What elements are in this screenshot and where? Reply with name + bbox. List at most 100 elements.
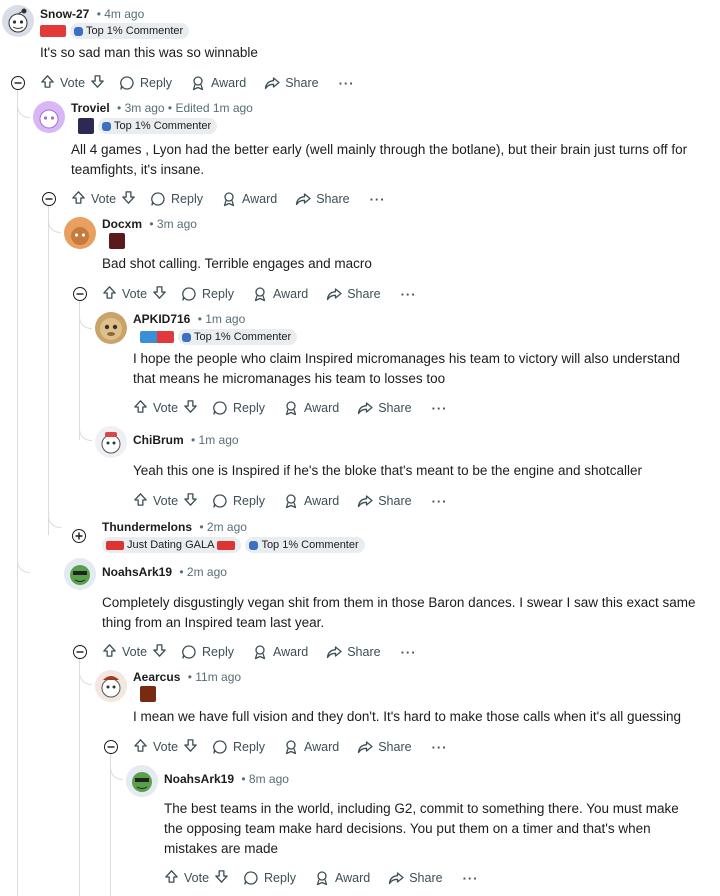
plus-icon [75,532,83,540]
downvote-button[interactable] [152,285,167,303]
downvote-button[interactable] [121,190,136,208]
comment-line: thing from an Inspired team last year. [102,615,325,630]
more-options-button[interactable]: ··· [401,645,417,660]
reply-label: Reply [202,287,234,301]
collapse-button[interactable] [11,76,25,90]
reply-icon [181,286,197,302]
upvote-button[interactable] [133,738,148,756]
reply-label: Reply [140,76,172,90]
reply-button[interactable]: Reply [212,493,265,509]
vote-group: Vote [133,492,198,510]
reply-label: Reply [264,871,296,885]
username[interactable]: Troviel [71,101,110,115]
comment-line: the opposing team make hard decisions. Y… [164,821,651,836]
award-button[interactable]: Award [252,644,308,660]
reply-button[interactable]: Reply [150,191,203,207]
more-options-button[interactable]: ··· [401,287,417,302]
downvote-button[interactable] [183,492,198,510]
award-button[interactable]: Award [283,493,339,509]
share-label: Share [347,287,381,301]
downvote-button[interactable] [183,738,198,756]
share-button[interactable]: Share [326,286,381,302]
upvote-button[interactable] [133,492,148,510]
username[interactable]: Snow-27 [40,7,89,21]
share-button[interactable]: Share [357,400,412,416]
flair-text: Top 1% Commenter [114,120,212,132]
avatar[interactable] [126,765,158,797]
avatar[interactable] [64,558,96,590]
reply-button[interactable]: Reply [181,644,234,660]
downvote-button[interactable] [152,643,167,661]
upvote-button[interactable] [102,643,117,661]
username[interactable]: ChiBrum [133,433,184,447]
award-button[interactable]: Award [221,191,277,207]
username[interactable]: Aearcus [133,670,180,684]
vote-label: Vote [122,645,148,659]
collapse-button[interactable] [73,287,87,301]
more-options-button[interactable]: ··· [432,494,448,509]
collapse-button[interactable] [73,645,87,659]
upvote-button[interactable] [133,399,148,417]
avatar[interactable] [33,101,65,133]
award-button[interactable]: Award [283,739,339,755]
flair-chip: Top 1% Commenter [70,23,190,39]
user-flair: Just Dating GALA Top 1% Commenter [102,537,365,553]
award-icon [221,191,237,207]
award-button[interactable]: Award [252,286,308,302]
thread-connector [17,500,30,573]
share-label: Share [409,871,443,885]
share-button[interactable]: Share [357,739,412,755]
upvote-button[interactable] [164,869,179,887]
timestamp: • 1m ago [197,312,246,326]
username[interactable]: NoahsArk19 [102,565,172,579]
expand-button[interactable] [72,529,86,543]
more-options-button[interactable]: ··· [370,192,386,207]
username[interactable]: Docxm [102,217,142,231]
upvote-button[interactable] [71,190,86,208]
reply-label: Reply [233,740,265,754]
flair-chip: Top 1% Commenter [178,329,298,345]
share-button[interactable]: Share [388,870,443,886]
avatar[interactable] [95,670,127,702]
comment-header: Snow-27 • 4m ago [40,7,144,21]
avatar[interactable] [2,5,34,37]
more-options-button[interactable]: ··· [339,76,355,91]
reply-button[interactable]: Reply [243,870,296,886]
vote-group: Vote [133,399,198,417]
reply-button[interactable]: Reply [212,739,265,755]
share-icon [357,739,373,755]
avatar[interactable] [95,426,127,458]
downvote-button[interactable] [214,869,229,887]
badge-icon [74,26,83,36]
award-label: Award [273,287,309,301]
upvote-button[interactable] [102,285,117,303]
more-options-button[interactable]: ··· [463,871,479,886]
collapse-button[interactable] [42,192,56,206]
timestamp: • 1m ago [191,433,239,447]
reply-button[interactable]: Reply [119,75,172,91]
avatar[interactable] [95,312,127,344]
downvote-button[interactable] [90,74,105,92]
more-options-button[interactable]: ··· [432,740,448,755]
upvote-button[interactable] [40,74,55,92]
more-options-button[interactable]: ··· [432,401,448,416]
award-label: Award [304,740,340,754]
username[interactable]: Thundermelons [102,520,192,534]
award-button[interactable]: Award [314,870,370,886]
collapse-button[interactable] [104,740,118,754]
reply-button[interactable]: Reply [212,400,265,416]
reply-label: Reply [202,645,234,659]
share-button[interactable]: Share [326,644,381,660]
username[interactable]: NoahsArk19 [164,772,234,786]
share-button[interactable]: Share [264,75,319,91]
vote-label: Vote [91,192,117,206]
share-button[interactable]: Share [357,493,412,509]
award-button[interactable]: Award [190,75,246,91]
share-button[interactable]: Share [295,191,350,207]
award-button[interactable]: Award [283,400,339,416]
downvote-button[interactable] [183,399,198,417]
reply-button[interactable]: Reply [181,286,234,302]
timestamp: • 2m ago [199,520,247,534]
username[interactable]: APKID716 [133,312,190,326]
avatar[interactable] [64,217,96,249]
